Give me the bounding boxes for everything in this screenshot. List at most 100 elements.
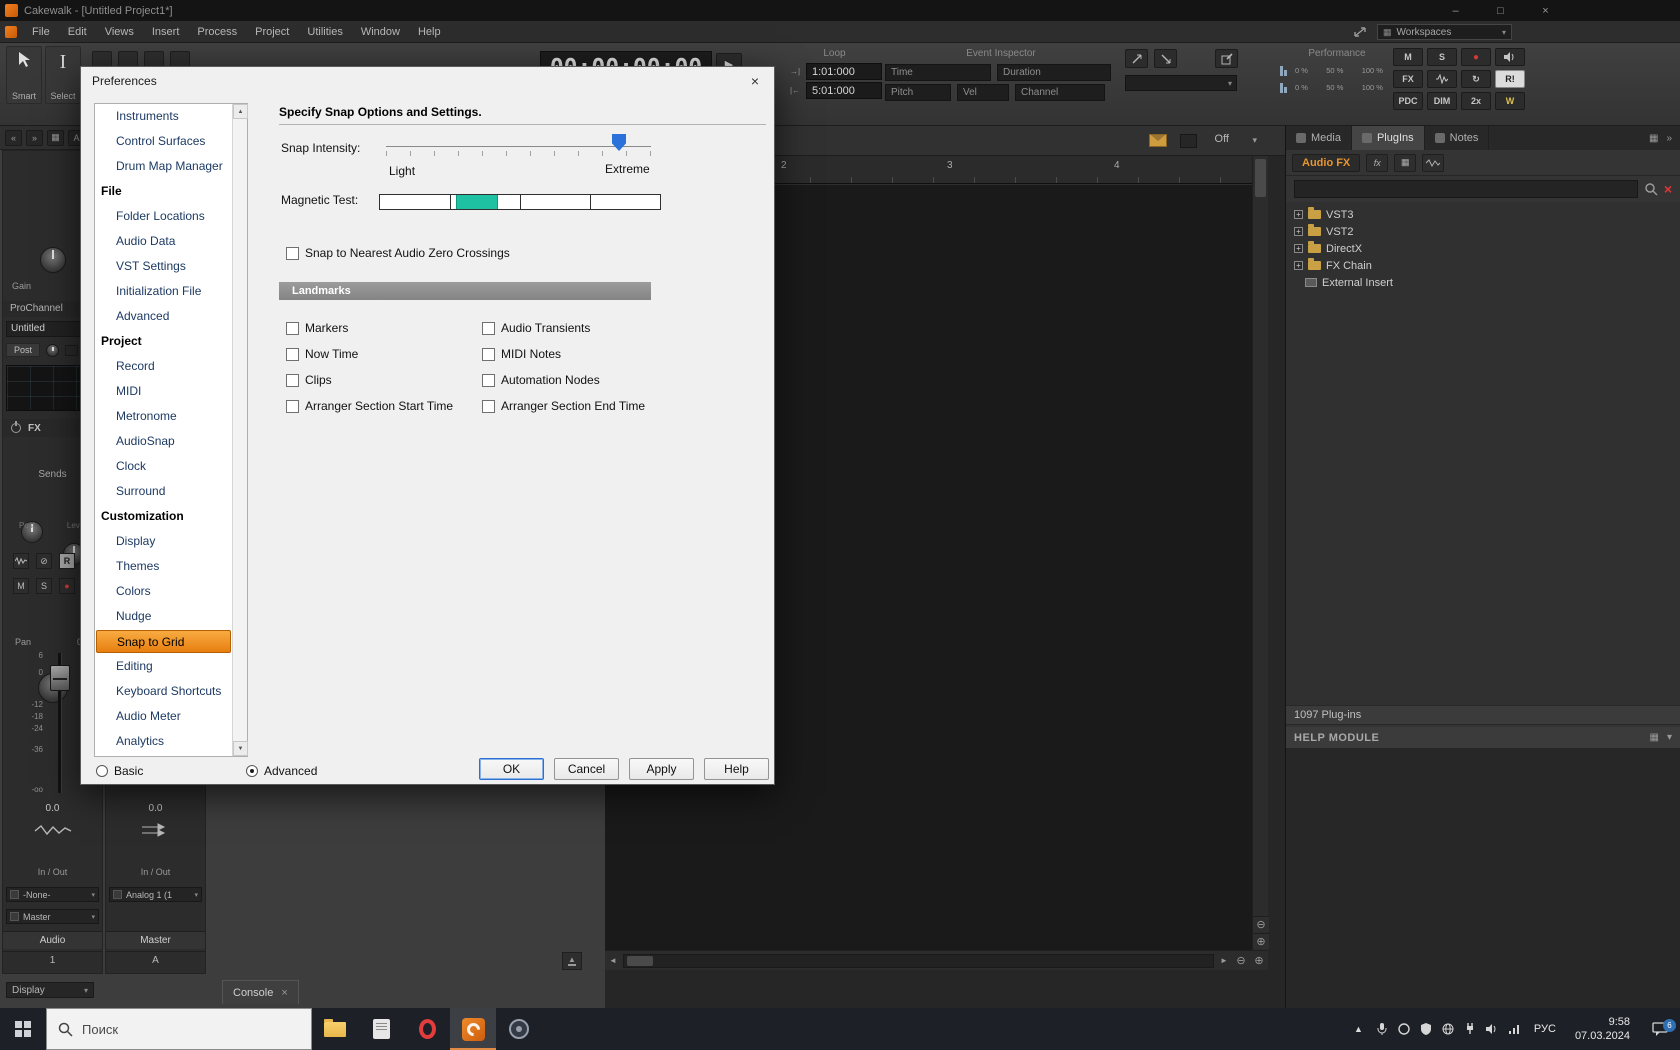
pref-item-initialization-file[interactable]: Initialization File	[95, 279, 232, 304]
smart-tool-button[interactable]: Smart	[6, 46, 42, 104]
menu-file[interactable]: File	[23, 21, 59, 43]
audio-engine-button[interactable]	[1495, 48, 1525, 66]
dock-left-icon[interactable]: «	[5, 129, 22, 146]
checkbox-box[interactable]	[482, 399, 495, 413]
taskbar-app-notepad[interactable]	[358, 1008, 404, 1050]
scrollbar-thumb[interactable]	[1255, 159, 1266, 197]
checkbox-arranger-start[interactable]: Arranger Section Start Time	[286, 399, 482, 413]
taskbar-app-cakewalk[interactable]	[450, 1008, 496, 1050]
scrollbar-thumb[interactable]	[627, 955, 653, 966]
action-center-button[interactable]: 6	[1640, 1019, 1680, 1037]
checkbox-box[interactable]	[286, 373, 299, 387]
pref-item-metronome[interactable]: Metronome	[95, 404, 232, 429]
interleave-icon[interactable]	[3, 823, 102, 837]
expand-plus-icon[interactable]: +	[1294, 261, 1303, 270]
record-arm-button[interactable]: R	[59, 553, 75, 569]
sidebar-scrollbar[interactable]: ▲ ▼	[232, 104, 248, 756]
tab-media[interactable]: Media	[1286, 126, 1352, 150]
tray-mic-icon[interactable]	[1371, 1022, 1393, 1036]
taskbar-app-other[interactable]	[496, 1008, 542, 1050]
audio-fx-tab[interactable]: Audio FX	[1292, 153, 1361, 172]
fader-handle[interactable]	[50, 665, 70, 691]
taskbar-search[interactable]: Поиск	[46, 1008, 312, 1050]
pref-item-midi[interactable]: MIDI	[95, 379, 232, 404]
layout-grid-icon[interactable]: ▦	[1394, 153, 1417, 172]
clear-search-icon[interactable]: ×	[1664, 181, 1672, 197]
replay-button[interactable]: R!	[1495, 70, 1525, 88]
close-button[interactable]: ×	[1523, 0, 1568, 21]
checkbox-box[interactable]	[482, 321, 495, 335]
tray-network-icon[interactable]	[1503, 1022, 1525, 1036]
start-button[interactable]	[0, 1008, 46, 1050]
output-select[interactable]: Master ▾	[6, 909, 99, 924]
pref-item-keyboard-shortcuts[interactable]: Keyboard Shortcuts	[95, 679, 232, 704]
screenset-link-icon[interactable]	[1125, 49, 1148, 68]
tray-globe-icon[interactable]	[1437, 1022, 1459, 1036]
dialog-titlebar[interactable]: Preferences	[81, 67, 774, 95]
taskbar-app-opera[interactable]	[404, 1008, 450, 1050]
menu-process[interactable]: Process	[188, 21, 246, 43]
bypass-icon[interactable]: ⊘	[36, 553, 52, 569]
2x-button[interactable]: 2x	[1461, 92, 1491, 110]
bus-routing-icon[interactable]	[106, 823, 205, 837]
pref-item-audiosnap[interactable]: AudioSnap	[95, 429, 232, 454]
select-tool-button[interactable]: I Select	[45, 46, 81, 104]
checkbox-box[interactable]	[482, 347, 495, 361]
pref-item-nudge[interactable]: Nudge	[95, 604, 232, 629]
zoom-out-button[interactable]: ⊖	[1253, 916, 1269, 932]
vertical-scrollbar[interactable]: ⊖ ⊕	[1252, 156, 1269, 950]
sort-wave-icon[interactable]	[1422, 153, 1445, 172]
tree-item-fx-chain[interactable]: + FX Chain	[1286, 257, 1680, 274]
pref-item-advanced[interactable]: Advanced	[95, 304, 232, 329]
minimize-button[interactable]: –	[1433, 0, 1478, 21]
fx-add-icon[interactable]: fx	[1366, 153, 1389, 172]
mini-knob[interactable]	[46, 343, 59, 357]
menu-insert[interactable]: Insert	[143, 21, 189, 43]
record-button[interactable]: ●	[59, 578, 75, 594]
waveform-preview-icon[interactable]	[13, 553, 29, 569]
checkbox-box[interactable]	[286, 321, 299, 335]
eject-button[interactable]: ▲	[562, 952, 582, 970]
undock-icon[interactable]: ▦	[1649, 133, 1658, 144]
loop-start-field[interactable]: 1:01:000	[806, 63, 882, 80]
radio-circle[interactable]	[96, 765, 108, 777]
checkbox-audio-transients[interactable]: Audio Transients	[482, 321, 732, 335]
cancel-button[interactable]: Cancel	[554, 758, 619, 780]
ok-button[interactable]: OK	[479, 758, 544, 780]
mute-all-button[interactable]: M	[1393, 48, 1423, 66]
pref-item-themes[interactable]: Themes	[95, 554, 232, 579]
pref-item-analytics[interactable]: Analytics	[95, 729, 232, 754]
tab-plugins[interactable]: PlugIns	[1351, 126, 1425, 150]
scroll-down-icon[interactable]: ▼	[233, 741, 248, 756]
expand-plus-icon[interactable]: +	[1294, 210, 1303, 219]
output-select[interactable]: Analog 1 (1 ▾	[109, 887, 202, 902]
intensity-slider-handle[interactable]	[612, 134, 626, 151]
scroll-left-icon[interactable]: ◄	[605, 951, 621, 971]
dim-toggle-icon[interactable]	[1180, 134, 1197, 148]
pref-item-clock[interactable]: Clock	[95, 454, 232, 479]
collapse-panel-icon[interactable]: »	[1666, 133, 1672, 144]
gain-knob[interactable]	[40, 247, 66, 273]
loop-start-icon[interactable]: →|	[787, 67, 803, 76]
solo-all-button[interactable]: S	[1427, 48, 1457, 66]
tray-plug-icon[interactable]	[1459, 1022, 1481, 1036]
menu-utilities[interactable]: Utilities	[298, 21, 351, 43]
tray-volume-icon[interactable]	[1481, 1022, 1503, 1036]
pref-item-display[interactable]: Display	[95, 529, 232, 554]
tree-item-directx[interactable]: + DirectX	[1286, 240, 1680, 257]
tray-expand-icon[interactable]: ▲	[1346, 1024, 1371, 1034]
screenset-dropdown[interactable]: ▾	[1125, 75, 1237, 91]
tree-item-external-insert[interactable]: External Insert	[1286, 274, 1680, 291]
checkbox-markers[interactable]: Markers	[286, 321, 482, 335]
pref-item-drum-map-manager[interactable]: Drum Map Manager	[95, 154, 232, 179]
waveform-preview-button[interactable]	[1427, 70, 1457, 88]
intensity-slider-track[interactable]	[386, 146, 651, 147]
checkbox-box[interactable]	[286, 246, 299, 260]
expand-arrows-icon[interactable]	[1353, 26, 1367, 38]
menu-window[interactable]: Window	[352, 21, 409, 43]
undock-icon[interactable]: ▦	[1650, 732, 1659, 743]
dock-right-icon[interactable]: »	[26, 129, 43, 146]
tray-circle-icon[interactable]	[1393, 1022, 1415, 1036]
pdc-button[interactable]: PDC	[1393, 92, 1423, 110]
search-input[interactable]	[1294, 180, 1638, 198]
